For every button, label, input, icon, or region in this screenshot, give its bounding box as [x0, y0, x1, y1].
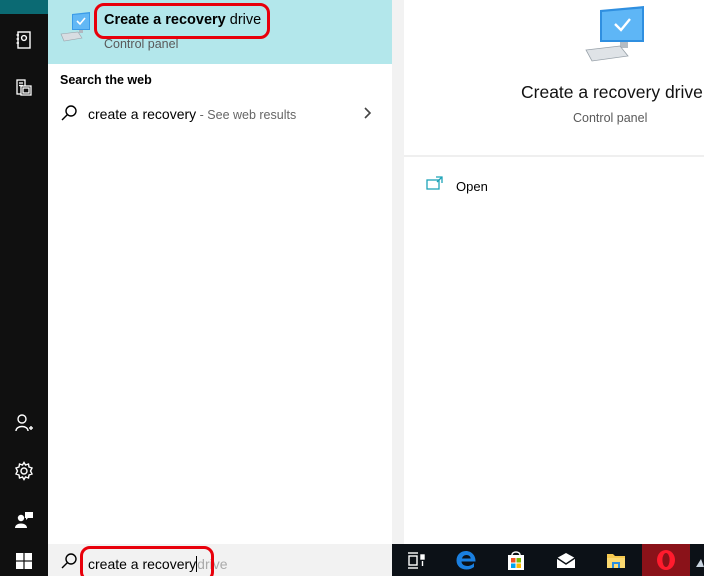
- edge-icon: [456, 551, 476, 570]
- partial-app-icon: [696, 559, 704, 567]
- opera-icon: [657, 550, 675, 570]
- preview-title: Create a recovery drive: [521, 82, 703, 102]
- search-web-heading: Search the web: [60, 73, 152, 87]
- results-pane: Create a recovery drive Control panel Se…: [48, 0, 392, 544]
- mail-button[interactable]: [542, 544, 590, 576]
- search-icon: [61, 553, 77, 569]
- open-action[interactable]: Open: [426, 174, 626, 198]
- start-rail: [0, 0, 48, 544]
- pane-divider: [392, 0, 404, 544]
- opera-button[interactable]: [642, 544, 690, 576]
- task-view-button[interactable]: [392, 544, 440, 576]
- task-view-icon: [408, 552, 425, 569]
- preview-separator: [404, 155, 704, 157]
- feedback-icon[interactable]: [12, 508, 36, 532]
- preview-pane: Create a recovery drive Control panel Op…: [404, 0, 704, 544]
- web-query-text: create a recovery: [88, 106, 197, 122]
- annotation-highlight-input: [80, 546, 214, 576]
- settings-icon[interactable]: [12, 459, 36, 483]
- open-icon: [426, 176, 443, 190]
- rail-accent: [0, 0, 48, 14]
- annotation-highlight-title: [94, 3, 270, 39]
- preview-subtitle: Control panel: [573, 111, 648, 125]
- mail-icon: [556, 553, 576, 568]
- notebook-icon[interactable]: [12, 28, 36, 52]
- chevron-right-icon[interactable]: [362, 104, 374, 122]
- start-button[interactable]: [0, 544, 48, 576]
- computer-check-icon: [60, 12, 90, 42]
- add-user-icon[interactable]: [12, 411, 36, 435]
- open-label: Open: [456, 179, 488, 194]
- file-explorer-button[interactable]: [592, 544, 640, 576]
- search-icon: [61, 105, 77, 121]
- web-query: create a recovery - See web results: [88, 106, 296, 122]
- folder-icon: [607, 554, 625, 568]
- windows-search-screen: Create a recovery drive Control panel Se…: [0, 0, 704, 576]
- store-icon: [508, 551, 524, 570]
- edge-button[interactable]: [442, 544, 490, 576]
- best-match-subtitle: Control panel: [104, 37, 179, 51]
- web-results-hint: - See web results: [196, 108, 297, 122]
- store-button[interactable]: [492, 544, 540, 576]
- windows-logo-icon: [16, 553, 32, 569]
- web-search-result[interactable]: create a recovery - See web results: [48, 96, 392, 132]
- taskbar: [392, 544, 704, 576]
- overflow-taskbar-item[interactable]: [692, 544, 704, 576]
- documents-icon[interactable]: [12, 76, 36, 100]
- computer-check-large-icon: [585, 6, 644, 62]
